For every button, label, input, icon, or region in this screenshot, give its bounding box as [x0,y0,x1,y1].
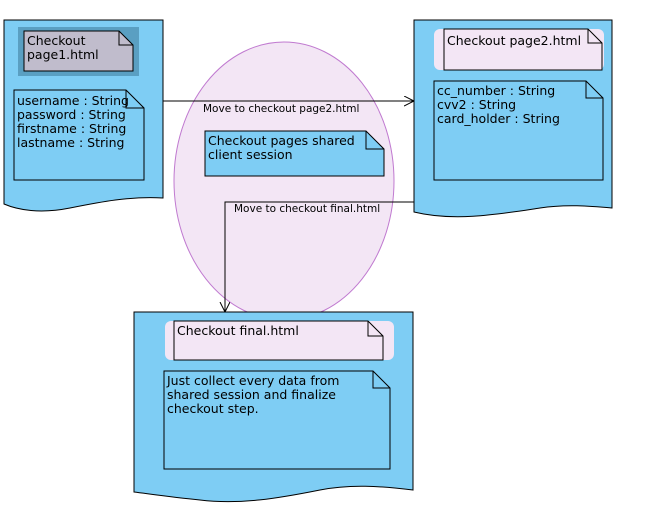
session-note-line-1: Checkout pages shared [208,133,355,148]
page1-title-note: Checkout page1.html [18,27,139,76]
page2-field-cvv2: cvv2 : String [437,97,516,112]
doc-checkout-page1[interactable]: Checkout page1.html username : String pa… [3,19,164,212]
doc-checkout-page2[interactable]: Checkout page2.html cc_number : String c… [413,19,613,218]
page2-field-cc-number: cc_number : String [437,83,555,98]
page1-title-line-1: Checkout [27,33,86,48]
final-title-note: Checkout final.html [165,320,394,361]
final-title: Checkout final.html [177,323,299,338]
final-body-line-1: Just collect every data from [166,373,339,388]
page2-field-card-holder: card_holder : String [437,111,560,126]
diagram-canvas: Checkout page1.html username : String pa… [0,0,654,508]
page1-field-username: username : String [17,93,129,108]
final-body-line-2: shared session and finalize [167,387,336,402]
page1-field-lastname: lastname : String [17,135,124,150]
page1-fields-note: username : String password : String firs… [13,89,145,181]
final-body-note: Just collect every data from shared sess… [163,370,391,470]
session-note-line-2: client session [208,147,293,162]
final-body-line-3: checkout step. [167,401,259,416]
shared-session-ellipse[interactable] [173,41,395,321]
page2-title-note: Checkout page2.html [434,28,604,71]
page1-field-password: password : String [17,107,126,122]
edge-label-to-page2: Move to checkout page2.html [203,103,359,115]
page2-title: Checkout page2.html [447,33,581,48]
page1-field-firstname: firstname : String [17,121,126,136]
page1-title-line-2: page1.html [27,47,99,62]
diagram-svg: Checkout page1.html username : String pa… [3,19,613,503]
doc-checkout-final[interactable]: Checkout final.html Just collect every d… [133,311,414,503]
session-note: Checkout pages shared client session [204,130,385,177]
edge-label-to-final: Move to checkout final.html [234,203,380,215]
page2-fields-note: cc_number : String cvv2 : String card_ho… [433,80,604,181]
